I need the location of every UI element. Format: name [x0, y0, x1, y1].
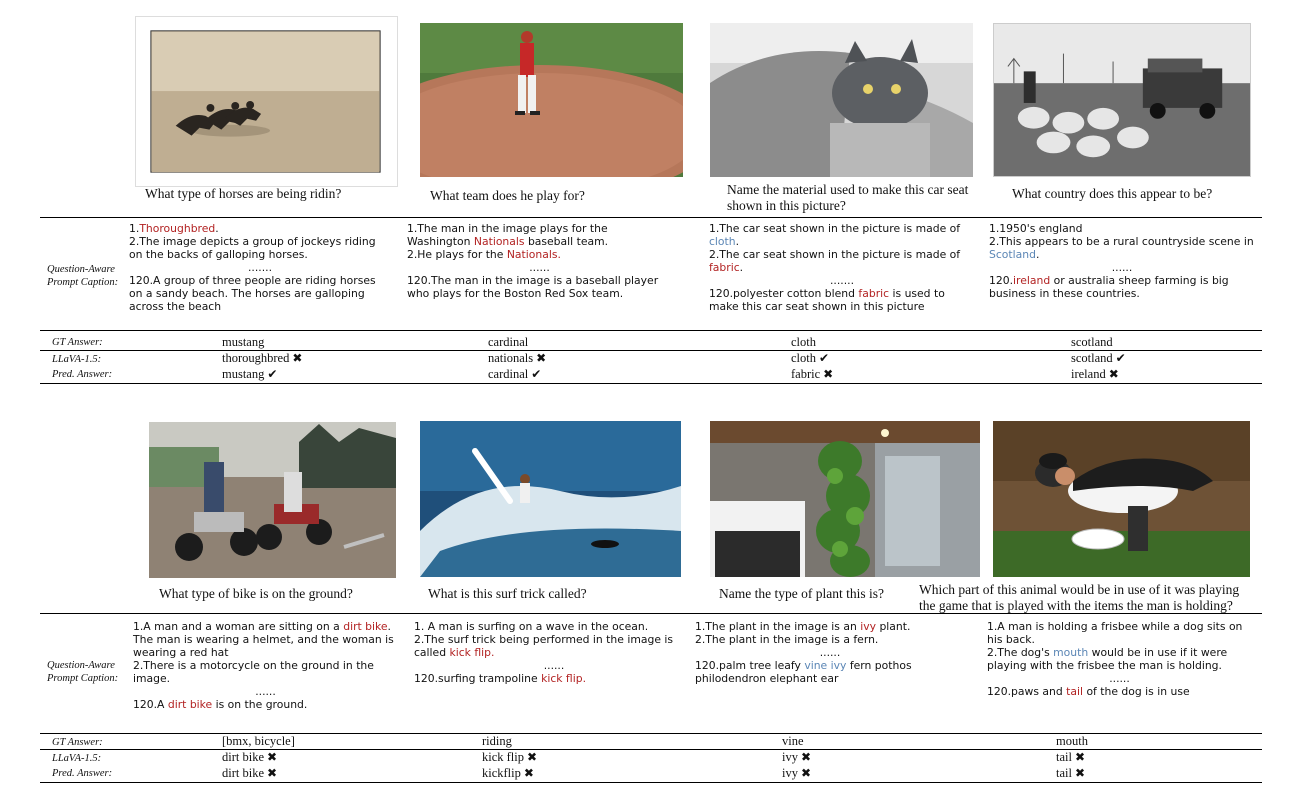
highlighted-answer: ivy — [860, 620, 877, 633]
highlighted-answer: kick flip. — [541, 672, 587, 685]
example-image-motocross — [149, 422, 396, 578]
pred-answer: dirt bike ✖ — [222, 766, 277, 780]
cross-icon: ✖ — [523, 766, 534, 780]
caption-row-label: Question-Aware Prompt Caption: — [47, 660, 119, 684]
gt-answer: riding — [482, 734, 512, 748]
caption-text: ...... — [819, 646, 841, 659]
caption-text: 120.palm tree leafy — [695, 659, 805, 672]
highlighted-answer: kick flip. — [449, 646, 495, 659]
caption-line: 2.The dog's mouth would be in use if it … — [987, 646, 1252, 672]
example-question: Which part of this animal would be in us… — [919, 582, 1240, 613]
example-question: What is this surf trick called? — [428, 586, 587, 601]
prompt-caption: 1.A man is holding a frisbee while a dog… — [987, 620, 1252, 698]
llava-answer: tail ✖ — [1056, 750, 1085, 764]
caption-text: is on the ground. — [212, 698, 308, 711]
example-image-plant-wall — [710, 421, 980, 577]
caption-text: 1.A man is holding a frisbee while a dog… — [987, 620, 1243, 646]
highlighted-answer: ivy — [830, 659, 847, 672]
caption-text: plant. — [876, 620, 911, 633]
cross-icon: ✖ — [800, 766, 812, 780]
pred-answer: ivy ✖ — [782, 766, 811, 780]
caption-line: 120.surfing trampoline kick flip. — [414, 672, 694, 685]
prompt-caption: 1. A man is surfing on a wave in the oce… — [414, 620, 694, 685]
caption-line: 120.A dirt bike is on the ground. — [133, 698, 398, 711]
gt-answer: [bmx, bicycle] — [222, 734, 295, 748]
caption-line: 1. A man is surfing on a wave in the oce… — [414, 620, 694, 633]
cross-icon: ✖ — [800, 750, 812, 764]
caption-text: ...... — [1109, 672, 1130, 685]
caption-text: ...... — [543, 659, 565, 672]
pred-answer-text: ivy — [782, 766, 798, 780]
caption-line: ...... — [695, 646, 965, 659]
pred-answer-text: kickflip — [482, 766, 521, 780]
caption-line: 1.A man and a woman are sitting on a dir… — [133, 620, 398, 659]
highlighted-answer: dirt bike — [343, 620, 388, 633]
rule-line — [40, 782, 1262, 783]
llava-answer-text: kick flip — [482, 750, 525, 764]
llava-answer-text: tail — [1056, 750, 1072, 764]
highlighted-answer: vine — [804, 659, 828, 672]
caption-line: 2.The surf trick being performed in the … — [414, 633, 694, 659]
caption-line: 1.A man is holding a frisbee while a dog… — [987, 620, 1252, 646]
example-image-surfer — [420, 421, 681, 577]
caption-line: 2.There is a motorcycle on the ground in… — [133, 659, 398, 685]
llava-answer-text: ivy — [782, 750, 798, 764]
gt-answer: mouth — [1056, 734, 1088, 748]
caption-text: 120.A — [133, 698, 168, 711]
pred-answer: tail ✖ — [1056, 766, 1085, 780]
caption-text: 2.There is a motorcycle on the ground in… — [133, 659, 374, 685]
caption-text: 2.The dog's — [987, 646, 1054, 659]
example-block-bottom: What type of bike is on the ground? What… — [0, 0, 1290, 812]
caption-text: 120.paws and — [987, 685, 1067, 698]
caption-text: 1.The plant in the image is an — [695, 620, 861, 633]
cross-icon: ✖ — [527, 750, 538, 764]
caption-text: 2.The plant in the image is a fern. — [695, 633, 879, 646]
caption-line: ...... — [133, 685, 398, 698]
pred-answer-text: dirt bike — [222, 766, 265, 780]
caption-text: ...... — [255, 685, 276, 698]
highlighted-answer: dirt bike — [167, 698, 213, 711]
example-question: What type of bike is on the ground? — [159, 586, 353, 601]
gt-answer-label: GT Answer: — [52, 737, 103, 748]
cross-icon: ✖ — [267, 750, 278, 764]
highlighted-answer: mouth — [1053, 646, 1089, 659]
caption-line: ...... — [987, 672, 1252, 685]
pred-answer-text: tail — [1056, 766, 1072, 780]
caption-text: 1. A man is surfing on a wave in the oce… — [414, 620, 649, 633]
caption-text: of the dog is in use — [1083, 685, 1190, 698]
pred-answer-label: Pred. Answer: — [52, 768, 113, 779]
llava-answer: dirt bike ✖ — [222, 750, 277, 764]
prompt-caption: 1.A man and a woman are sitting on a dir… — [133, 620, 398, 711]
prompt-caption: 1.The plant in the image is an ivy plant… — [695, 620, 965, 685]
cross-icon: ✖ — [1074, 766, 1086, 780]
cross-icon: ✖ — [267, 766, 278, 780]
gt-answer: vine — [782, 734, 804, 748]
caption-line: 120.paws and tail of the dog is in use — [987, 685, 1252, 698]
caption-text: 120.surfing trampoline — [414, 672, 542, 685]
llava-label: LLaVA-1.5: — [52, 753, 102, 764]
cross-icon: ✖ — [1074, 750, 1086, 764]
llava-answer: ivy ✖ — [782, 750, 811, 764]
highlighted-answer: tail — [1066, 685, 1084, 698]
llava-answer-text: dirt bike — [222, 750, 265, 764]
caption-line: 1.The plant in the image is an ivy plant… — [695, 620, 965, 633]
llava-answer: kick flip ✖ — [482, 750, 537, 764]
caption-line: 120.palm tree leafy vine ivy fern pothos… — [695, 659, 965, 685]
caption-text: 1.A man and a woman are sitting on a — [133, 620, 344, 633]
caption-line: ...... — [414, 659, 694, 672]
caption-line: 2.The plant in the image is a fern. — [695, 633, 965, 646]
pred-answer: kickflip ✖ — [482, 766, 534, 780]
rule-line — [40, 613, 1262, 614]
example-image-dog-frisbee — [993, 421, 1250, 577]
